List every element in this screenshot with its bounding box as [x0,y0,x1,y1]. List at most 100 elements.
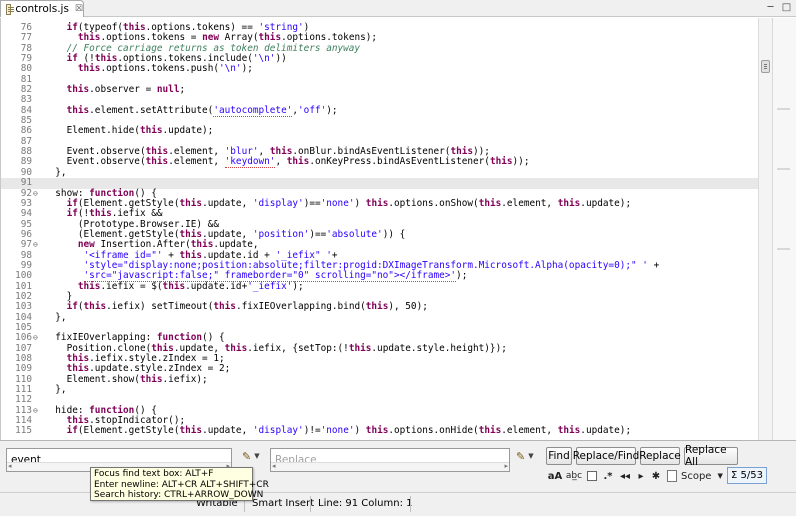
code-token: this [179,249,203,261]
code-token: .options.tokens.push( [100,63,219,75]
code-token: this [66,104,90,116]
scrollbar-thumb[interactable] [761,60,770,73]
replace-input-scrollbar[interactable]: ◂ ▸ [271,462,509,471]
code-token: new [202,32,219,44]
editor-tab-bar: controls.js ☒ ─ □ [0,0,796,17]
find-previous-icon[interactable]: ◂◂ [618,469,632,483]
replace-button[interactable]: Replace [639,447,681,465]
code-line[interactable]: 84 this.element.setAttribute('autocomple… [1,104,772,117]
overview-ruler[interactable] [772,18,796,440]
code-line[interactable]: 86 Element.hide(this.update); [1,126,772,137]
code-line[interactable]: 89 Event.observe(this.element, 'keydown'… [1,156,772,169]
code-token: ); [456,270,468,282]
code-token: '<iframe id="' [83,249,163,261]
code-token: .fixIEOverlapping.bind( [235,301,366,313]
find-history-button[interactable]: ✎ ▼ [242,448,268,464]
code-token: this [66,415,90,427]
code-text: if(this.iefix) setTimeout(this.fixIEOver… [44,302,428,312]
code-token: this [450,146,474,158]
code-token: this [365,425,389,437]
code-token: }, [44,166,67,178]
settings-icon[interactable]: ✱ [650,469,662,483]
code-token: .update.style.height)}); [371,342,507,354]
whole-word-toggle[interactable]: ab̲c [566,469,582,483]
code-token: 'autocomplete' [213,104,293,117]
code-line[interactable]: 111 }, [1,384,772,396]
tab-title: controls.js [15,3,69,15]
find-next-icon[interactable]: ▸ [636,469,646,483]
code-token: fixIEOverlapping: [44,332,157,344]
tab-controls-js[interactable]: controls.js ☒ [0,0,84,17]
code-line[interactable]: 80 this.options.tokens.push('\n'); [1,63,772,75]
code-line[interactable]: 110 Element.show(this.iefix); [1,373,772,385]
replace-history-button[interactable]: ✎ ▼ [516,448,542,464]
code-token: Element.show( [44,373,140,385]
case-sensitive-toggle[interactable]: aA [548,469,563,483]
regex-mode-icon[interactable]: .* [602,469,614,483]
code-token: (Element.getStyle( [77,425,180,437]
code-token: )) [275,53,287,65]
code-token: if [66,301,78,313]
code-token: .element, [168,146,225,158]
code-token: '\n' [218,63,242,75]
fold-toggle-icon[interactable]: ⊖ [33,406,41,416]
code-token: this [478,197,502,209]
code-token: this [365,301,389,313]
status-divider [410,496,411,512]
code-token: ), 50); [388,301,428,313]
code-token: (Element.getStyle( [77,197,180,209]
code-token: (Element.getStyle( [44,228,180,240]
code-token: 'keydown' [224,156,276,169]
scope-dropdown[interactable]: Scope ▼ [667,468,723,484]
code-token: show: [44,187,90,199]
code-token: .iefix.style.zIndex = 1; [89,353,225,364]
code-line[interactable]: 103 if(this.iefix) setTimeout(this.fixIE… [1,301,772,312]
find-button[interactable]: Find [546,447,572,465]
code-text: if(Element.getStyle(this.update, 'displa… [44,425,632,437]
code-line[interactable]: 90 }, [1,166,772,178]
replace-all-button[interactable]: Replace All [684,444,738,468]
history-icon: ✎ [242,449,252,463]
scope-label: Scope [681,470,712,482]
code-token: .update.style.zIndex = 2; [89,363,231,375]
fold-toggle-icon[interactable]: ⊖ [33,189,41,199]
code-token: this [179,425,203,437]
vertical-scrollbar[interactable] [758,18,772,440]
code-token: )) { [382,228,406,240]
code-line[interactable]: 101 this.iefix = $(this.update.id+'_iefi… [1,281,772,292]
code-token: } [44,290,73,302]
code-token: .element.setAttribute( [89,104,214,116]
code-token: .onBlur.bindAsEventListener( [292,146,451,158]
code-line[interactable]: 115 if(Element.getStyle(this.update, 'di… [1,425,772,437]
code-token: }, [44,384,67,396]
tooltip-line: Focus find text box: ALT+F [94,469,214,479]
replace-find-button[interactable]: Replace/Find [573,447,639,465]
code-token: this [66,84,90,96]
fold-toggle-icon[interactable]: ⊖ [33,240,41,250]
history-icon: ✎ [516,449,526,463]
code-line[interactable]: 82 this.observer = null; [1,84,772,96]
ruler-annotation[interactable] [777,168,790,170]
minimize-icon[interactable]: ─ [764,1,777,14]
code-text: this.observer = null; [44,84,186,96]
code-token: if [66,197,78,209]
ruler-annotation[interactable] [777,108,790,110]
code-token: if [66,208,78,220]
ruler-annotation[interactable] [777,248,790,250]
code-token: ) [303,22,310,33]
regex-toggle[interactable] [586,469,598,483]
maximize-icon[interactable]: □ [780,1,793,14]
code-token: function [89,187,135,199]
fold-toggle-icon[interactable]: ⊖ [33,333,41,343]
replace-input[interactable]: Replace ◂ ▸ [270,448,510,472]
code-token: this [83,301,107,313]
code-line[interactable]: 104 }, [1,311,772,323]
code-editor[interactable]: 76 if(typeof(this.options.tokens) == 'st… [0,18,772,440]
code-token: this [139,373,163,385]
code-token: }, [44,311,67,323]
close-tab-icon[interactable]: ☒ [75,4,83,14]
